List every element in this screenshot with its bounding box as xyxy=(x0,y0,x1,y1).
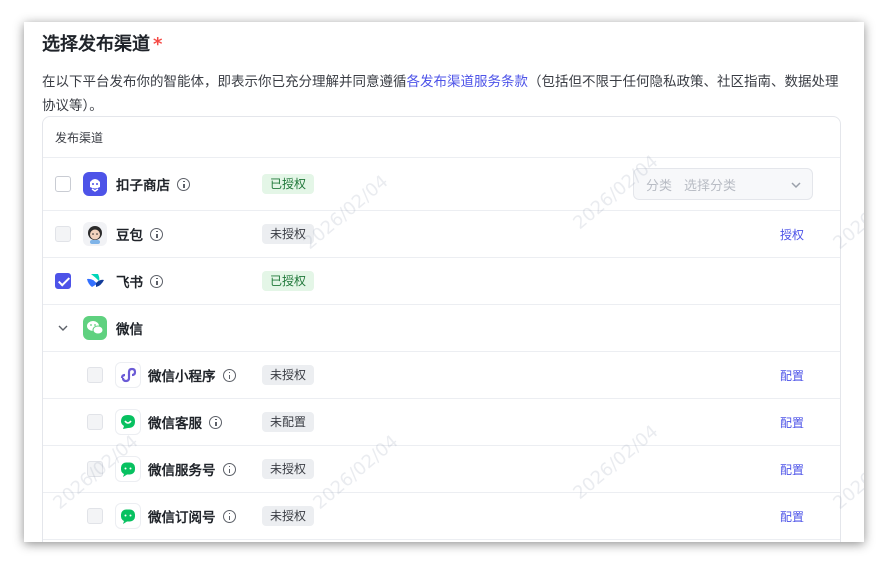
channel-name-subscription: 微信订阅号 xyxy=(148,506,236,526)
category-label: 分类 xyxy=(646,178,673,194)
configure-link[interactable]: 配置 xyxy=(780,461,804,478)
section-title-text: 选择发布渠道 xyxy=(42,34,150,55)
channel-name-wechat: 微信 xyxy=(116,322,143,338)
wechat-customer-service-icon xyxy=(115,409,141,435)
wechat-service-account-icon xyxy=(115,456,141,482)
channel-checkbox-subscription[interactable] xyxy=(87,508,103,524)
wechat-subscription-icon xyxy=(115,503,141,529)
channel-name-coze-store: 扣子商店 xyxy=(116,174,190,194)
chevron-down-icon[interactable] xyxy=(57,322,69,334)
status-badge: 未授权 xyxy=(262,224,315,244)
info-icon[interactable] xyxy=(222,462,236,476)
configure-link[interactable]: 配置 xyxy=(780,367,804,384)
channel-name-text: 微信服务号 xyxy=(148,463,216,479)
terms-link[interactable]: 各发布渠道服务条款 xyxy=(407,74,529,90)
channel-name-text: 微信客服 xyxy=(148,416,202,432)
info-icon[interactable] xyxy=(150,227,163,241)
channel-name-text: 扣子商店 xyxy=(116,178,170,194)
status-badge: 已授权 xyxy=(262,271,315,291)
channel-checkbox-coze-store[interactable] xyxy=(55,176,71,192)
configure-link[interactable]: 配置 xyxy=(780,414,804,431)
channel-checkbox-customer-service[interactable] xyxy=(87,414,103,430)
channel-checkbox-doubao[interactable] xyxy=(55,226,71,242)
mini-program-icon xyxy=(115,362,141,388)
info-icon[interactable] xyxy=(209,415,222,429)
publish-channel-panel: 选择发布渠道 * 在以下平台发布你的智能体，即表示你已充分理解并同意遵循各发布渠道… xyxy=(24,22,864,542)
chevron-down-icon xyxy=(791,182,801,189)
channel-name-mini-program: 微信小程序 xyxy=(148,365,236,385)
channel-name-text: 飞书 xyxy=(116,275,143,291)
channel-name-service-account: 微信服务号 xyxy=(148,459,236,479)
wechat-icon xyxy=(83,316,107,340)
channel-checkbox-service-account[interactable] xyxy=(87,461,103,477)
channel-name-text: 豆包 xyxy=(116,228,143,244)
channel-name-doubao: 豆包 xyxy=(116,224,163,244)
doubao-icon xyxy=(83,222,107,246)
coze-store-icon xyxy=(83,172,107,196)
info-icon[interactable] xyxy=(150,274,163,288)
channel-row-wechat-customer-service: 微信客服 未配置 配置 xyxy=(43,399,840,446)
channel-checkbox-feishu[interactable] xyxy=(55,273,71,289)
status-badge: 已授权 xyxy=(262,174,315,194)
channel-row-coze-store: 扣子商店 已授权 分类 选择分类 xyxy=(43,158,840,211)
status-badge: 未配置 xyxy=(262,412,315,432)
channel-table-header: 发布渠道 xyxy=(43,117,840,158)
channel-row-doubao: 豆包 未授权 授权 xyxy=(43,211,840,258)
channel-name-text: 微信小程序 xyxy=(148,369,216,385)
channel-row-wechat-mini-program: 微信小程序 未授权 配置 xyxy=(43,352,840,399)
status-badge: 未授权 xyxy=(262,365,315,385)
configure-link[interactable]: 配置 xyxy=(780,508,804,525)
required-mark: * xyxy=(153,34,163,55)
section-title: 选择发布渠道 * xyxy=(42,30,162,56)
channel-checkbox-mini-program[interactable] xyxy=(87,367,103,383)
channel-column-label: 发布渠道 xyxy=(55,130,104,145)
channel-row-wechat-service-account: 微信服务号 未授权 配置 xyxy=(43,446,840,493)
terms-description: 在以下平台发布你的智能体，即表示你已充分理解并同意遵循各发布渠道服务条款（包括但… xyxy=(42,70,848,118)
channel-name-text: 微信订阅号 xyxy=(148,510,216,526)
info-icon[interactable] xyxy=(222,509,236,523)
desc-prefix: 在以下平台发布你的智能体，即表示你已充分理解并同意遵循 xyxy=(42,74,407,90)
status-badge: 未授权 xyxy=(262,506,315,526)
status-badge: 未授权 xyxy=(262,459,315,479)
channel-row-wechat-subscription: 微信订阅号 未授权 配置 xyxy=(43,493,840,540)
info-icon[interactable] xyxy=(177,177,190,191)
category-placeholder: 选择分类 xyxy=(684,178,737,194)
category-select[interactable]: 分类 选择分类 xyxy=(633,168,813,200)
info-icon[interactable] xyxy=(222,368,236,382)
channel-table: 发布渠道 扣子商店 已授权 分类 选择分类 豆包 未授权 授权 飞书 已授权 微… xyxy=(42,116,841,542)
feishu-icon xyxy=(83,269,107,293)
channel-name-customer-service: 微信客服 xyxy=(148,412,222,432)
channel-name-feishu: 飞书 xyxy=(116,271,163,291)
channel-row-wechat-group[interactable]: 微信 xyxy=(43,305,840,352)
authorize-link[interactable]: 授权 xyxy=(780,226,804,243)
channel-row-feishu: 飞书 已授权 xyxy=(43,258,840,305)
